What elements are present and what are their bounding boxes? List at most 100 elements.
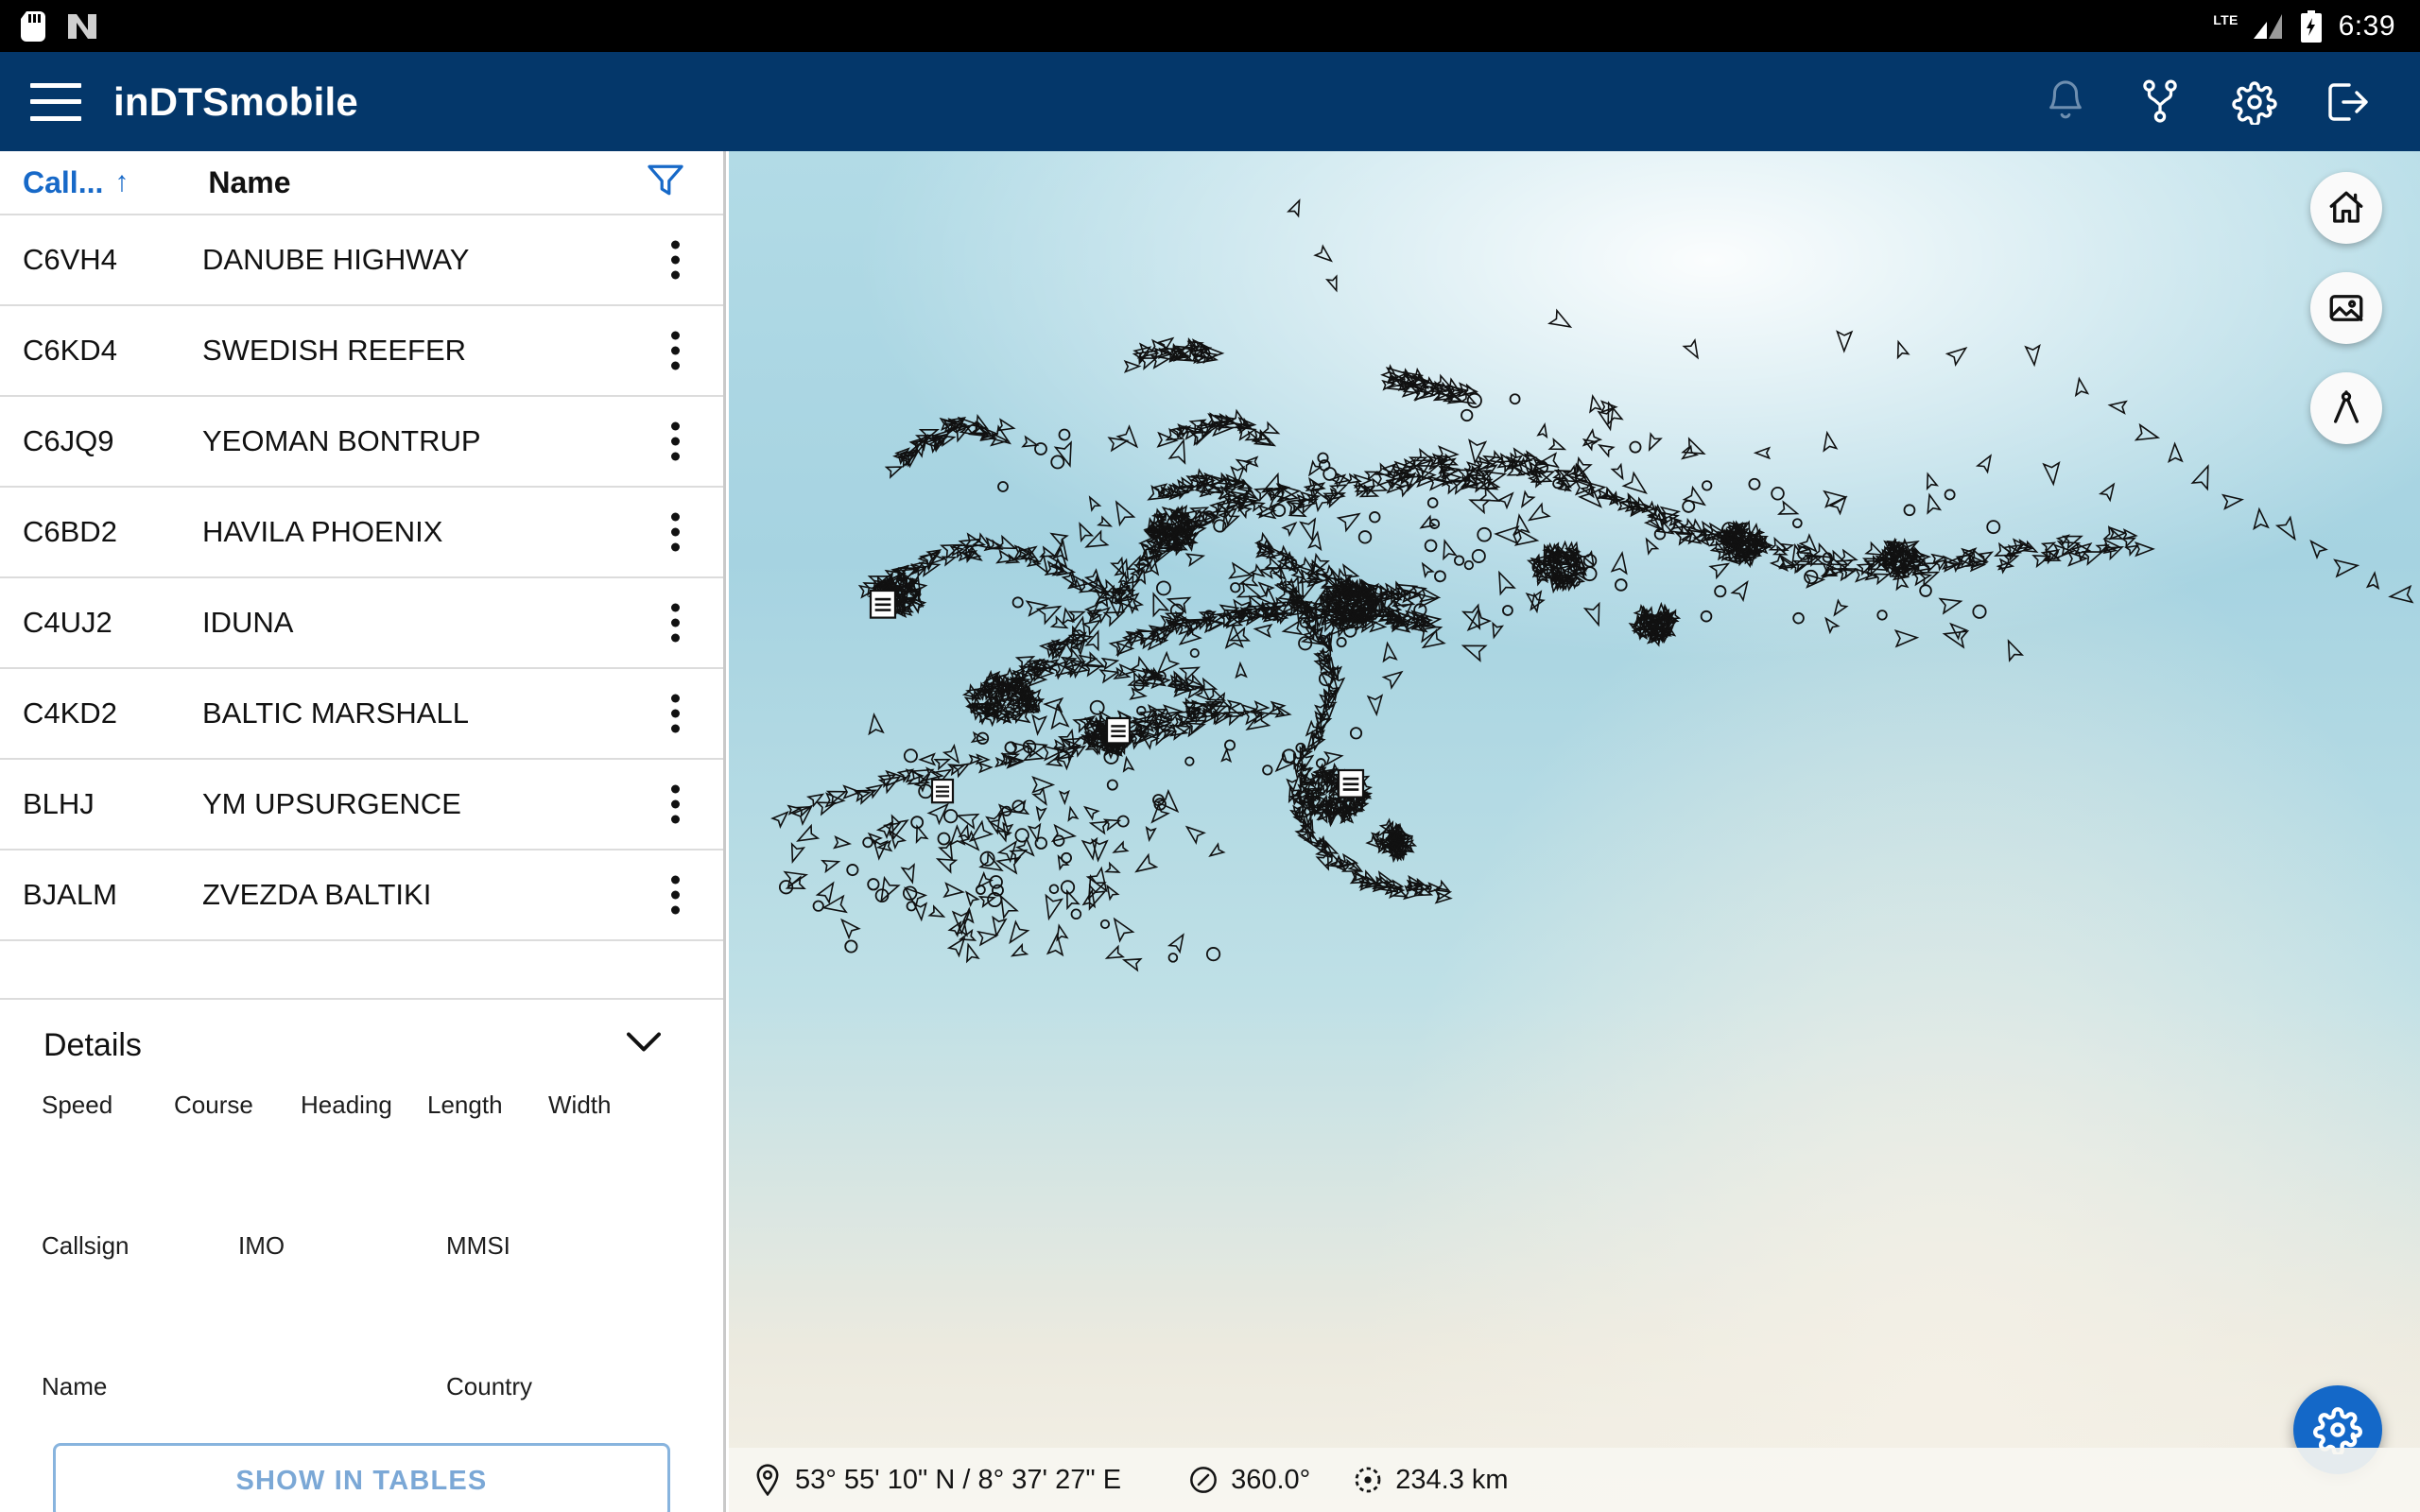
field-value [42,1411,446,1443]
field-value [548,1129,611,1161]
table-row[interactable]: C6KD4 SWEDISH REEFER [0,306,723,397]
row-overflow-menu-icon[interactable] [671,240,680,280]
row-callsign: BJALM [23,878,117,911]
field-label: Callsign [42,1231,130,1260]
chevron-down-icon[interactable] [627,1032,661,1058]
bearing-text: 360.0° [1231,1464,1311,1495]
app-bar-actions [2038,75,2420,129]
sort-ascending-icon[interactable]: ↑ [114,166,129,198]
row-overflow-menu-icon[interactable] [671,421,680,461]
row-overflow-menu-icon[interactable] [671,512,680,552]
table-row[interactable]: C6VH4 DANUBE HIGHWAY [0,215,723,306]
field-label: Speed [42,1091,113,1119]
list-header: Call... ↑ Name [0,151,723,215]
hamburger-menu-icon[interactable] [30,82,81,121]
notifications-icon[interactable] [2038,75,2093,129]
field-imo: IMO [238,1231,446,1302]
vessel-list: C6VH4 DANUBE HIGHWAY C6KD4 SWEDISH REEFE… [0,215,723,1000]
row-callsign: C6JQ9 [23,424,114,457]
radius-icon [1355,1467,1381,1493]
row-callsign: BLHJ [23,787,95,820]
map-pin-icon [756,1464,779,1496]
lte-label: LTE [2213,11,2238,27]
sd-card-icon [21,10,45,42]
map-controls [2310,172,2382,444]
branch-icon[interactable] [2133,75,2187,129]
signal-bars-icon [2253,13,2282,39]
logout-icon[interactable] [2322,75,2377,129]
details-row-identity: Name Country [0,1372,723,1443]
field-mmsi: MMSI [446,1231,510,1302]
map-view[interactable]: 53° 55' 10" N / 8° 37' 27" E 360.0° 234.… [729,151,2420,1512]
row-overflow-menu-icon[interactable] [671,694,680,733]
row-name: IDUNA [202,606,294,639]
table-row[interactable]: C4UJ2 IDUNA [0,578,723,669]
details-header[interactable]: Details [0,1000,723,1091]
field-heading: Heading [301,1091,427,1161]
column-header-name[interactable]: Name [208,165,290,200]
field-value [42,1129,174,1161]
gear-icon[interactable] [2227,75,2282,129]
row-callsign: C4UJ2 [23,606,112,639]
row-name: HAVILA PHOENIX [202,515,443,548]
row-overflow-menu-icon[interactable] [671,331,680,370]
field-length: Length [427,1091,548,1161]
nougat-n-icon [68,13,96,39]
map-status-bar: 53° 55' 10" N / 8° 37' 27" E 360.0° 234.… [729,1448,2420,1512]
column-header-callsign[interactable]: Call... [23,165,103,200]
app-root: LTE 6:39 inDTSmobile Call... ↑ Name C6VH… [0,0,2420,1512]
row-callsign: C6KD4 [23,334,117,367]
field-name: Name [42,1372,446,1443]
compass-icon [1190,1467,1217,1493]
field-width: Width [548,1091,611,1161]
field-speed: Speed [42,1091,174,1161]
row-overflow-menu-icon[interactable] [671,603,680,643]
field-course: Course [174,1091,301,1161]
battery-charging-icon [2300,9,2322,43]
row-name: ZVEZDA BALTIKI [202,878,432,911]
table-row-partial[interactable] [0,941,723,1000]
field-value [174,1129,301,1161]
table-row[interactable]: C4KD2 BALTIC MARSHALL [0,669,723,760]
compass-divider-icon[interactable] [2310,372,2382,444]
coordinates-readout: 53° 55' 10" N / 8° 37' 27" E [753,1464,1121,1496]
field-label: Width [548,1091,612,1119]
field-callsign: Callsign [42,1231,238,1302]
field-label: Heading [301,1091,392,1119]
field-value [446,1270,510,1302]
bearing-readout: 360.0° [1189,1465,1310,1496]
filter-funnel-icon[interactable] [648,163,683,202]
field-country: Country [446,1372,532,1443]
vessel-marker-layer [770,198,2414,972]
field-value [238,1270,446,1302]
table-row[interactable]: BLHJ YM UPSURGENCE [0,760,723,850]
details-title: Details [43,1026,142,1063]
table-row[interactable]: BJALM ZVEZDA BALTIKI [0,850,723,941]
clock: 6:39 [2338,9,2395,42]
row-callsign: C6BD2 [23,515,117,548]
field-label: Length [427,1091,503,1119]
field-label: MMSI [446,1231,510,1260]
android-status-bar: LTE 6:39 [0,0,2420,52]
home-icon[interactable] [2310,172,2382,244]
row-name: SWEDISH REEFER [202,334,467,367]
details-row-metrics: Speed Course Heading Length Width [0,1091,723,1161]
radius-readout: 234.3 km [1354,1464,1509,1496]
field-value [446,1411,532,1443]
status-bar-left-icons [0,10,98,42]
app-title: inDTSmobile [113,78,358,124]
row-name: YM UPSURGENCE [202,787,461,820]
row-overflow-menu-icon[interactable] [671,784,680,824]
field-label: IMO [238,1231,285,1260]
show-in-tables-button[interactable]: SHOW IN TABLES [53,1443,670,1512]
row-callsign: C6VH4 [23,243,117,276]
table-row[interactable]: C6JQ9 YEOMAN BONTRUP [0,397,723,488]
table-row[interactable]: C6BD2 HAVILA PHOENIX [0,488,723,578]
field-label: Course [174,1091,253,1119]
status-bar-right-icons: LTE 6:39 [2213,9,2420,43]
row-overflow-menu-icon[interactable] [671,875,680,915]
image-icon[interactable] [2310,272,2382,344]
radius-text: 234.3 km [1395,1464,1509,1495]
details-panel: Details Speed Course Heading Length Widt… [0,1000,723,1512]
row-name: DANUBE HIGHWAY [202,243,470,276]
